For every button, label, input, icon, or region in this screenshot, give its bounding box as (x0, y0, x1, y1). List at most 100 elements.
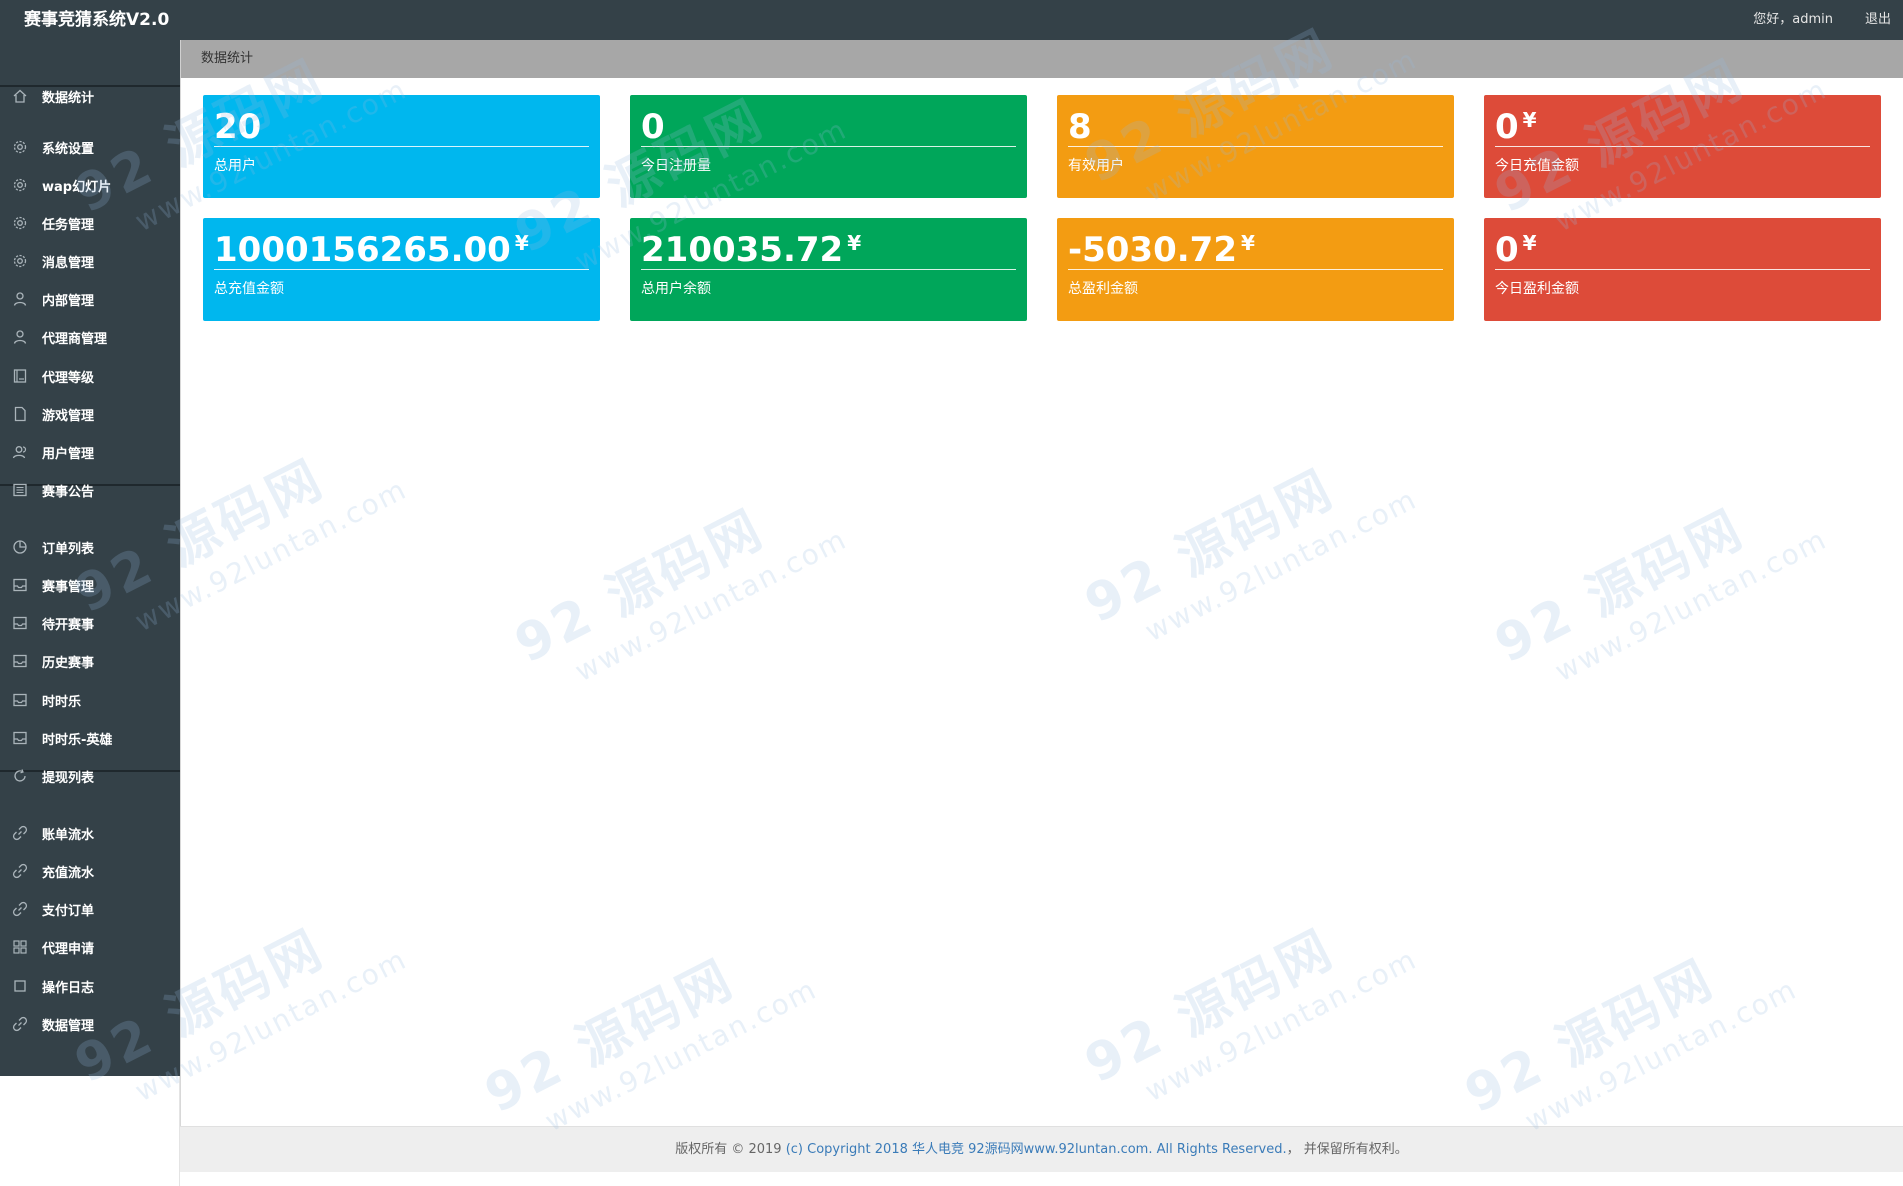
sidebar-item[interactable]: 支付订单 (0, 890, 180, 928)
sidebar-item[interactable]: 操作日志 (0, 967, 180, 1005)
footer-copyright-link[interactable]: (c) Copyright 2018 华人电竞 92源码网www.92lunta… (786, 1142, 1287, 1157)
sidebar-item-label: 任务管理 (42, 217, 95, 233)
home-icon (12, 88, 28, 104)
sidebar-item[interactable]: 订单列表 (0, 528, 180, 566)
sidebar-item[interactable]: 提现列表 (0, 757, 180, 795)
currency-symbol: ¥ (1240, 231, 1255, 255)
sidebar-item[interactable]: 消息管理 (0, 242, 180, 280)
sidebar-item[interactable]: 用户管理 (0, 433, 180, 471)
sidebar-item[interactable]: 历史赛事 (0, 642, 180, 680)
sidebar-item-label: 待开赛事 (42, 617, 95, 633)
user-greeting: 您好，admin (1753, 12, 1833, 27)
sidebar-item[interactable]: 代理商管理 (0, 318, 180, 356)
inbox-icon (12, 730, 28, 746)
sidebar-item[interactable]: 任务管理 (0, 204, 180, 242)
sidebar-item-label: 赛事公告 (42, 484, 95, 500)
sidebar-item[interactable]: 账单流水 (0, 814, 180, 852)
stat-label: 总盈利金额 (1068, 281, 1138, 297)
currency-symbol: ¥ (847, 231, 862, 255)
sidebar-item-label: 内部管理 (42, 293, 95, 309)
stat-value: 0 (641, 105, 665, 149)
stat-value: 0 ¥ (1495, 105, 1537, 149)
sidebar-item-label: 代理商管理 (42, 331, 108, 347)
stat-card: 0 今日注册量 (630, 95, 1027, 198)
sidebar-item-label: 数据管理 (42, 1018, 95, 1034)
sidebar-item-label: 代理申请 (42, 941, 95, 957)
sidebar-item-label: 代理等级 (42, 370, 95, 386)
stat-number: 210035.72 (641, 230, 844, 270)
pie-icon (12, 539, 28, 555)
sidebar-item[interactable]: 赛事管理 (0, 566, 180, 604)
stat-card: 1000156265.00 ¥ 总充值金额 (203, 218, 600, 321)
currency-symbol: ¥ (514, 231, 529, 255)
sidebar-item[interactable]: 数据统计 (0, 77, 180, 115)
stat-value: 20 (214, 105, 261, 149)
sidebar-item[interactable]: 赛事公告 (0, 471, 180, 509)
stat-number: 20 (214, 107, 262, 147)
sidebar-item[interactable]: 数据管理 (0, 1005, 180, 1043)
sidebar-item-label: 支付订单 (42, 903, 95, 919)
stat-divider (1068, 269, 1443, 270)
link-icon (12, 901, 28, 917)
sidebar-item-label: 时时乐-英雄 (42, 732, 113, 748)
user-icon (12, 291, 28, 307)
sidebar-item-label: 账单流水 (42, 827, 95, 843)
sidebar-item-label: 用户管理 (42, 446, 95, 462)
sidebar-item[interactable]: 时时乐 (0, 681, 180, 719)
book-icon (12, 368, 28, 384)
stat-label: 有效用户 (1068, 158, 1124, 174)
inbox-icon (12, 653, 28, 669)
inbox-icon (12, 615, 28, 631)
stat-value: -5030.72 ¥ (1068, 228, 1255, 272)
sidebar-tail (0, 1076, 180, 1186)
footer-prefix: 版权所有 © 2019 (675, 1142, 786, 1157)
sidebar-item-label: 时时乐 (42, 694, 82, 710)
sidebar-item-label: 订单列表 (42, 541, 95, 557)
footer: 版权所有 © 2019 (c) Copyright 2018 华人电竞 92源码… (180, 1126, 1903, 1172)
sidebar-item[interactable]: 代理等级 (0, 357, 180, 395)
user-icon (12, 329, 28, 345)
sidebar-item[interactable]: 代理申请 (0, 928, 180, 966)
sidebar-item[interactable]: 待开赛事 (0, 604, 180, 642)
sidebar-item[interactable]: 时时乐-英雄 (0, 719, 180, 757)
stat-number: -5030.72 (1068, 230, 1237, 270)
stat-divider (641, 146, 1016, 147)
stat-number: 0 (641, 107, 665, 147)
stat-value: 1000156265.00 ¥ (214, 228, 529, 272)
stat-number: 0 (1495, 107, 1519, 147)
sidebar-item[interactable]: 内部管理 (0, 280, 180, 318)
stat-label: 今日注册量 (641, 158, 711, 174)
stat-value: 8 (1068, 105, 1092, 149)
stat-divider (214, 269, 589, 270)
stat-label: 今日充值金额 (1495, 158, 1579, 174)
sidebar-item-label: 游戏管理 (42, 408, 95, 424)
inbox-icon (12, 692, 28, 708)
sidebar-item-label: 赛事管理 (42, 579, 95, 595)
sidebar-item[interactable]: 充值流水 (0, 852, 180, 890)
sidebar-item[interactable]: 游戏管理 (0, 395, 180, 433)
stat-card: -5030.72 ¥ 总盈利金额 (1057, 218, 1454, 321)
stat-card: 20 总用户 (203, 95, 600, 198)
breadcrumb[interactable]: 数据统计 (201, 40, 253, 78)
logout-link[interactable]: 退出 (1865, 0, 1891, 40)
stat-label: 总用户余额 (641, 281, 711, 297)
sidebar-item[interactable]: wap幻灯片 (0, 166, 180, 204)
stat-divider (641, 269, 1016, 270)
stat-divider (1068, 146, 1443, 147)
sidebar-item-label: 历史赛事 (42, 655, 95, 671)
stat-label: 总用户 (214, 158, 256, 174)
stat-number: 1000156265.00 (214, 230, 511, 270)
square-icon (12, 978, 28, 994)
sidebar: 数据统计系统设置 wap幻灯片任务管理消息管理内部管理代理商管理代理等级游戏管理用… (0, 40, 180, 1076)
sidebar-item-label: 数据统计 (42, 90, 95, 106)
stat-divider (214, 146, 589, 147)
sidebar-item-label: 消息管理 (42, 255, 95, 271)
stat-card: 0 ¥ 今日盈利金额 (1484, 218, 1881, 321)
stat-number: 8 (1068, 107, 1092, 147)
inbox-icon (12, 577, 28, 593)
file-icon (12, 406, 28, 422)
sidebar-item[interactable]: 系统设置 (0, 128, 180, 166)
refresh-icon (12, 768, 28, 784)
stat-divider (1495, 269, 1870, 270)
users-icon (12, 444, 28, 460)
